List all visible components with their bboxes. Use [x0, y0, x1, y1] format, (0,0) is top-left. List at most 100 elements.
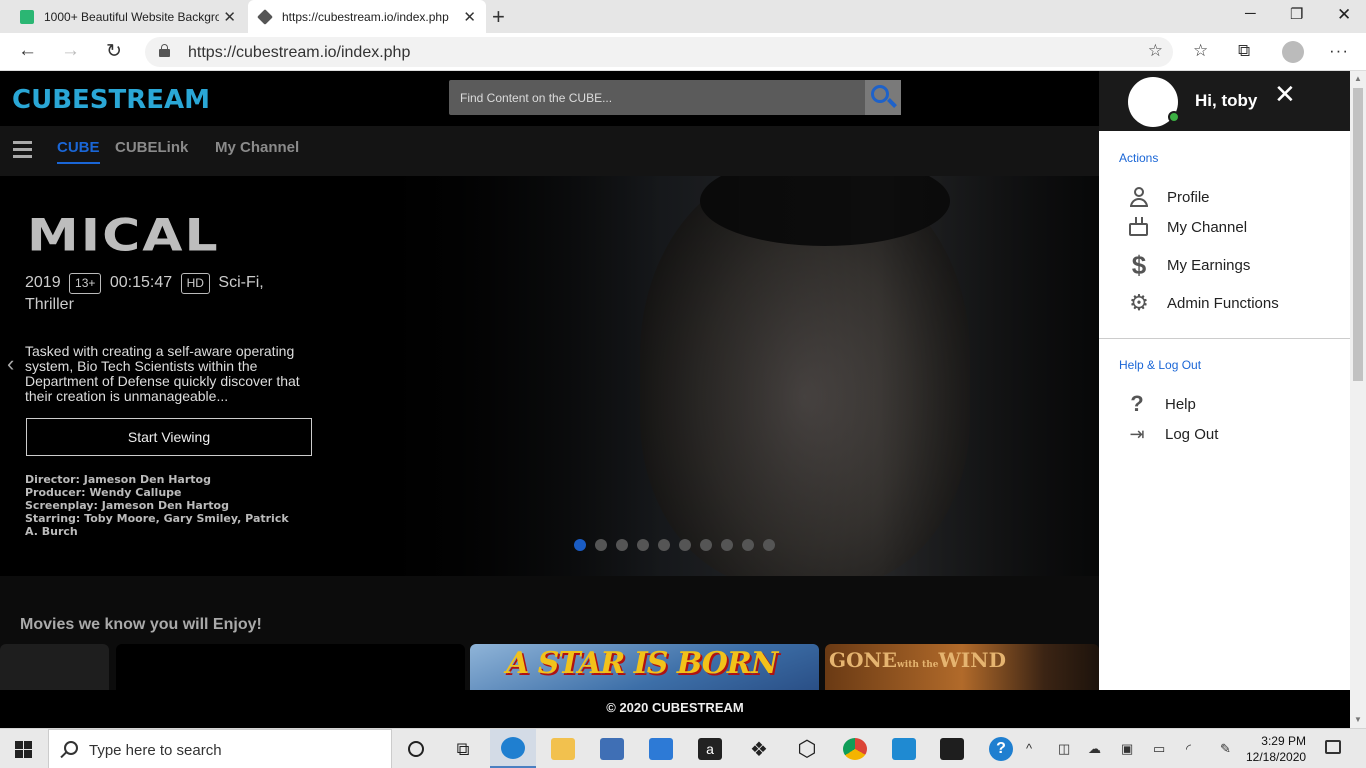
browser-profile-avatar[interactable] [1282, 41, 1304, 63]
refresh-icon[interactable]: ↻ [106, 40, 122, 63]
movie-duration: 00:15:47 [109, 274, 173, 291]
amazon-icon[interactable]: a [687, 729, 733, 768]
scroll-up-icon[interactable]: ▲ [1354, 74, 1362, 83]
page-scrollbar[interactable]: ▲ ▼ [1350, 71, 1366, 728]
movie-card-a-star-is-born[interactable]: A STAR IS BORN [470, 644, 819, 690]
clock-date: 12/18/2020 [1246, 750, 1307, 764]
close-icon[interactable]: ✕ [1274, 79, 1296, 110]
credit-screenplay: Screenplay: Jameson Den Hartog [25, 499, 229, 512]
movie-meta: 2019 13+ 00:15:47 HD Sci-Fi, Thriller [25, 272, 315, 316]
carousel-dot[interactable] [742, 539, 754, 551]
start-viewing-button[interactable]: Start Viewing [26, 418, 312, 456]
pen-icon[interactable]: ✎ [1220, 741, 1231, 757]
onedrive-icon[interactable]: ☁ [1088, 741, 1101, 757]
browser-tab-backgrounds[interactable]: 1000+ Beautiful Website Backgro ✕ [8, 0, 246, 33]
windows-start-icon[interactable] [15, 741, 32, 758]
movie-card-title: A STAR IS BORN [506, 646, 778, 681]
nav-cubelink[interactable]: CUBELink [115, 139, 188, 156]
chrome-icon[interactable] [832, 729, 878, 768]
carousel-dot[interactable] [616, 539, 628, 551]
online-status-icon [1168, 111, 1180, 123]
carousel-dot[interactable] [637, 539, 649, 551]
menu-item-label: My Channel [1167, 218, 1248, 236]
panel-divider [1099, 338, 1350, 339]
search-button[interactable] [865, 80, 901, 115]
mail-icon[interactable] [638, 729, 684, 768]
new-tab-icon[interactable]: + [492, 4, 505, 30]
movie-card-gone-with-the-wind[interactable]: GONEwith theWIND [825, 644, 1099, 690]
notification-icon[interactable] [1325, 740, 1341, 754]
menu-item-profile[interactable]: Profile [1127, 185, 1210, 209]
scroll-down-icon[interactable]: ▼ [1354, 715, 1362, 724]
wifi-icon[interactable]: ◜ [1186, 741, 1191, 757]
carousel-dot[interactable] [595, 539, 607, 551]
favorites-list-icon[interactable]: ☆ [1193, 41, 1208, 61]
hamburger-menu-icon[interactable] [13, 141, 32, 160]
nav-my-channel[interactable]: My Channel [215, 139, 299, 156]
meet-now-icon[interactable]: ◫ [1058, 741, 1070, 757]
carousel-dot[interactable] [721, 539, 733, 551]
menu-item-my-earnings[interactable]: $ My Earnings [1127, 250, 1251, 280]
carousel-dot[interactable] [658, 539, 670, 551]
task-view-icon[interactable]: ⧉ [440, 729, 486, 768]
close-tab-icon[interactable]: ✕ [463, 8, 476, 26]
carousel-dot[interactable] [763, 539, 775, 551]
address-bar[interactable]: https://cubestream.io/index.php ☆ [145, 37, 1173, 67]
app-hexagon-icon[interactable]: ⬡ [784, 729, 830, 768]
close-window-icon[interactable]: ✕ [1337, 5, 1351, 25]
credit-director: Director: Jameson Den Hartog [25, 473, 211, 486]
chevron-left-icon[interactable]: ‹ [7, 351, 14, 377]
website: CUBESTREAM CUBE CUBELink My Channel MICA… [0, 71, 1352, 690]
movie-card[interactable] [0, 644, 109, 690]
movie-credits: Director: Jameson Den Hartog Producer: W… [25, 473, 295, 538]
actions-heading: Actions [1119, 151, 1159, 165]
scrollbar-thumb[interactable] [1353, 88, 1363, 381]
store-icon[interactable] [589, 729, 635, 768]
tab-title: https://cubestream.io/index.php [282, 9, 449, 24]
question-icon: ? [1130, 391, 1144, 416]
movie-description: Tasked with creating a self-aware operat… [25, 343, 300, 404]
menu-item-label: Admin Functions [1167, 294, 1279, 312]
menu-item-admin-functions[interactable]: ⚙ Admin Functions [1127, 290, 1279, 315]
battery-icon[interactable]: ▭ [1153, 741, 1165, 757]
nav-cube[interactable]: CUBE [57, 139, 100, 164]
restore-icon[interactable]: ❐ [1290, 5, 1303, 23]
clock-time: 3:29 PM [1261, 734, 1306, 748]
dropbox-icon[interactable]: ❖ [736, 729, 782, 768]
carousel-dot[interactable] [574, 539, 586, 551]
minimize-icon[interactable]: ─ [1245, 5, 1256, 22]
movie-card[interactable] [116, 644, 465, 690]
close-tab-icon[interactable]: ✕ [223, 8, 236, 26]
favorite-star-icon[interactable]: ☆ [1148, 41, 1163, 61]
site-nav: CUBE CUBELink My Channel [0, 126, 1099, 176]
search-input[interactable] [449, 80, 865, 115]
forward-icon[interactable]: → [61, 40, 80, 62]
show-hidden-icons-icon[interactable]: ^ [1026, 741, 1032, 756]
movie-card-title: GONEwith theWIND [829, 648, 1006, 672]
browser-tab-bar: 1000+ Beautiful Website Backgro ✕ https:… [0, 0, 1366, 33]
carousel-dot[interactable] [700, 539, 712, 551]
collections-icon[interactable]: ⧉ [1238, 41, 1250, 61]
tab-title: 1000+ Beautiful Website Backgro [44, 9, 219, 24]
file-explorer-icon[interactable] [540, 729, 586, 768]
menu-item-my-channel[interactable]: My Channel [1127, 215, 1247, 239]
site-footer: © 2020 CUBESTREAM [0, 690, 1352, 728]
menu-item-label: Profile [1167, 188, 1210, 206]
back-icon[interactable]: ← [18, 40, 37, 62]
system-clock[interactable]: 3:29 PM 12/18/2020 [1246, 733, 1306, 765]
device-icon[interactable]: ▣ [1121, 741, 1133, 757]
help-app-icon[interactable]: ? [978, 729, 1024, 768]
edge-taskbar-icon[interactable] [490, 729, 536, 768]
browser-tab-cubestream[interactable]: https://cubestream.io/index.php ✕ [248, 0, 486, 33]
address-toolbar: ← → ↻ https://cubestream.io/index.php ☆ … [0, 33, 1366, 71]
more-options-icon[interactable]: ··· [1329, 41, 1349, 61]
vscode-icon[interactable] [881, 729, 927, 768]
credit-producer: Producer: Wendy Callupe [25, 486, 182, 499]
menu-item-help[interactable]: ? Help [1125, 391, 1196, 416]
taskbar-search[interactable]: Type here to search [48, 729, 392, 768]
terminal-icon[interactable] [929, 729, 975, 768]
menu-item-log-out[interactable]: ⇥ Log Out [1125, 422, 1218, 446]
cubestream-logo[interactable]: CUBESTREAM [12, 85, 210, 115]
cortana-icon[interactable] [393, 729, 439, 768]
carousel-dot[interactable] [679, 539, 691, 551]
